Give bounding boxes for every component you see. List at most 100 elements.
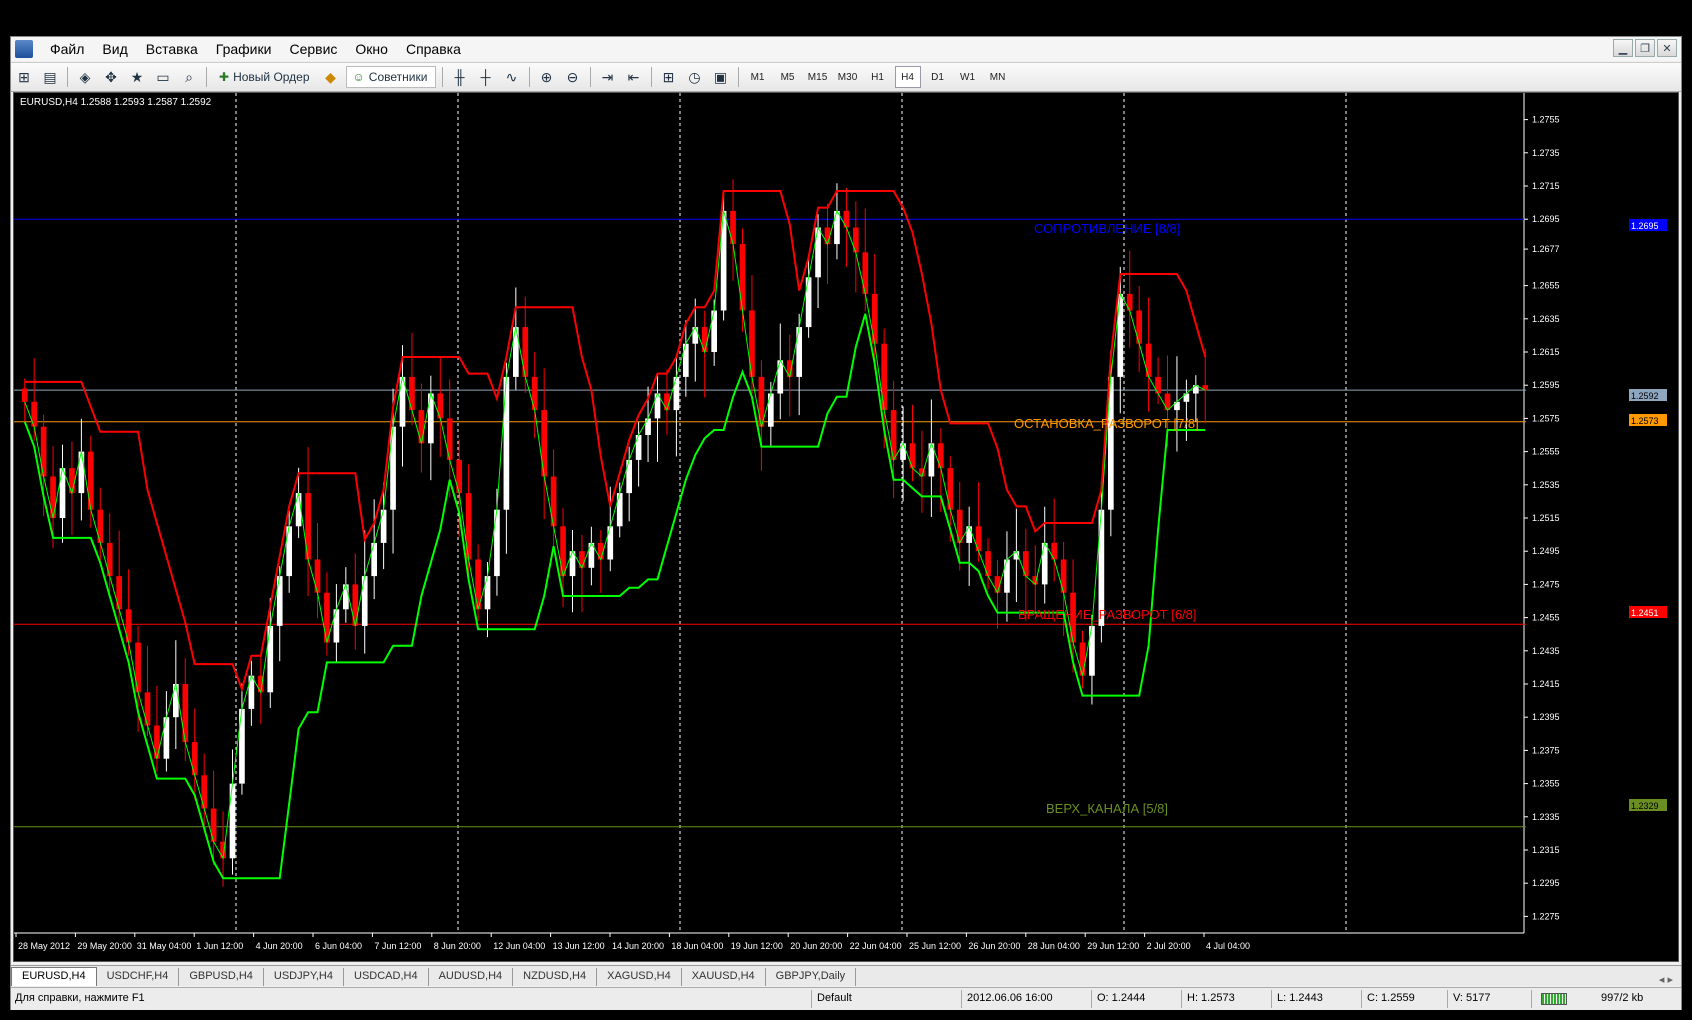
candle-body <box>154 725 160 759</box>
line-chart-icon[interactable]: ∿ <box>501 66 523 88</box>
candle-body <box>834 210 840 245</box>
tab-usdjpy-h4[interactable]: USDJPY,H4 <box>264 968 344 986</box>
tf-w1[interactable]: W1 <box>955 66 981 88</box>
tab-usdchf-h4[interactable]: USDCHF,H4 <box>97 968 180 986</box>
tf-mn[interactable]: MN <box>985 66 1011 88</box>
tab-gbpjpy-daily[interactable]: GBPJPY,Daily <box>766 968 857 986</box>
connection-status-icon[interactable] <box>1541 993 1567 1005</box>
status-volume: V: 5177 <box>1453 992 1491 1004</box>
tab-gbpusd-h4[interactable]: GBPUSD,H4 <box>179 968 264 986</box>
menu-file[interactable]: Файл <box>41 41 93 57</box>
new-order-button[interactable]: ✚ Новый Ордер <box>213 66 316 88</box>
y-tick-label: 1.2315 <box>1532 845 1560 855</box>
candle-body <box>314 559 321 593</box>
menu-help[interactable]: Справка <box>397 41 470 57</box>
svg-text:1.2573: 1.2573 <box>1631 416 1659 426</box>
y-tick-label: 1.2715 <box>1532 181 1560 191</box>
restore-button[interactable]: ❐ <box>1635 39 1655 57</box>
candle-body <box>59 468 66 518</box>
navigator-icon[interactable]: ✥ <box>100 66 122 88</box>
candle-body <box>191 742 198 776</box>
candle-body <box>853 227 859 253</box>
tab-audusd-h4[interactable]: AUDUSD,H4 <box>429 968 514 986</box>
candle-body <box>380 509 387 543</box>
tab-xagusd-h4[interactable]: XAGUSD,H4 <box>597 968 682 986</box>
x-tick-label: 8 Jun 20:00 <box>434 941 481 951</box>
candle-body <box>947 468 954 510</box>
candle-body <box>975 526 982 552</box>
candle-body <box>437 393 444 419</box>
candle-body <box>456 459 462 494</box>
strategy-tester-icon[interactable]: ⌕ <box>178 66 200 88</box>
terminal-window: Файл Вид Вставка Графики Сервис Окно Спр… <box>10 36 1682 1010</box>
candle-body <box>815 227 821 278</box>
candle-body <box>1023 551 1029 577</box>
profiles-icon[interactable]: ▤ <box>39 66 61 88</box>
zoom-out-icon[interactable]: ⊖ <box>562 66 584 88</box>
close-button[interactable]: ✕ <box>1657 39 1677 57</box>
candle-body <box>484 576 491 610</box>
autoscroll-icon[interactable]: ⇥ <box>597 66 619 88</box>
menu-window[interactable]: Окно <box>346 41 397 57</box>
menu-view[interactable]: Вид <box>93 41 136 57</box>
price-chart[interactable]: 1.2755 1.2735 1.2715 1.2695 1.2677 1.2655 1.26… <box>14 93 1678 961</box>
x-tick-label: 4 Jun 20:00 <box>256 941 303 951</box>
templates-icon[interactable]: ▣ <box>710 66 732 88</box>
candle-body <box>541 410 547 477</box>
candle-body <box>446 418 453 460</box>
y-tick-label: 1.2475 <box>1532 579 1560 589</box>
terminal-icon[interactable]: ▭ <box>152 66 174 88</box>
tab-eurusd-h4[interactable]: EURUSD,H4 <box>11 967 97 986</box>
new-order-icon: ✚ <box>219 70 230 84</box>
market-watch-icon[interactable]: ◈ <box>74 66 96 88</box>
bar-chart-icon[interactable]: ╫ <box>449 66 471 88</box>
tf-m5[interactable]: M5 <box>775 66 801 88</box>
tf-m30[interactable]: M30 <box>835 66 861 88</box>
x-tick-label: 12 Jun 04:00 <box>493 941 545 951</box>
experts-button[interactable]: ☺ Советники <box>345 66 436 88</box>
candle-body <box>1041 542 1048 585</box>
tf-m15[interactable]: M15 <box>805 66 831 88</box>
tab-usdcad-h4[interactable]: USDCAD,H4 <box>344 968 429 986</box>
candle-body <box>494 509 500 577</box>
new-chart-icon[interactable]: ⊞ <box>13 66 35 88</box>
zoom-in-icon[interactable]: ⊕ <box>536 66 558 88</box>
chart-shift-icon[interactable]: ⇤ <box>623 66 645 88</box>
data-window-icon[interactable]: ★ <box>126 66 148 88</box>
menu-charts[interactable]: Графики <box>207 41 281 57</box>
candle-body <box>1155 376 1161 394</box>
periods-icon[interactable]: ◷ <box>684 66 706 88</box>
tf-h1[interactable]: H1 <box>865 66 891 88</box>
candle-body <box>305 493 311 560</box>
experts-icon: ☺ <box>352 70 365 84</box>
tf-d1[interactable]: D1 <box>925 66 951 88</box>
tf-m1[interactable]: M1 <box>745 66 771 88</box>
price-badge-channel-top: 1.2329 <box>1629 799 1667 811</box>
candle-body <box>31 401 37 427</box>
candle-body <box>78 451 85 494</box>
metaeditor-icon[interactable]: ◆ <box>320 66 342 88</box>
tab-xauusd-h4[interactable]: XAUUSD,H4 <box>682 968 766 986</box>
tf-h4[interactable]: H4 <box>894 66 921 88</box>
tab-scroll-arrows[interactable]: ◂ ▸ <box>1651 973 1681 986</box>
y-tick-label: 1.2275 <box>1532 911 1560 921</box>
y-tick-label: 1.2735 <box>1532 148 1560 158</box>
menu-insert[interactable]: Вставка <box>137 41 207 57</box>
y-tick-label: 1.2615 <box>1532 347 1560 357</box>
candle-body <box>522 327 529 377</box>
candle-body <box>683 343 689 377</box>
y-tick-label: 1.2755 <box>1532 115 1560 125</box>
candle-body <box>229 783 236 859</box>
menu-tools[interactable]: Сервис <box>280 41 346 57</box>
indicators-icon[interactable]: ⊞ <box>658 66 680 88</box>
candle-body <box>88 451 94 510</box>
chart-area[interactable]: EURUSD,H4 1.2588 1.2593 1.2587 1.2592 1.… <box>13 92 1679 962</box>
menu-bar: Файл Вид Вставка Графики Сервис Окно Спр… <box>11 37 1681 61</box>
candle-body <box>135 642 141 693</box>
y-tick-label: 1.2635 <box>1532 314 1560 324</box>
candlestick-icon[interactable]: ┼ <box>475 66 497 88</box>
tab-nzdusd-h4[interactable]: NZDUSD,H4 <box>513 968 598 986</box>
minimize-button[interactable]: ▁ <box>1613 39 1633 57</box>
x-tick-label: 6 Jun 04:00 <box>315 941 362 951</box>
candle-body <box>966 526 972 543</box>
